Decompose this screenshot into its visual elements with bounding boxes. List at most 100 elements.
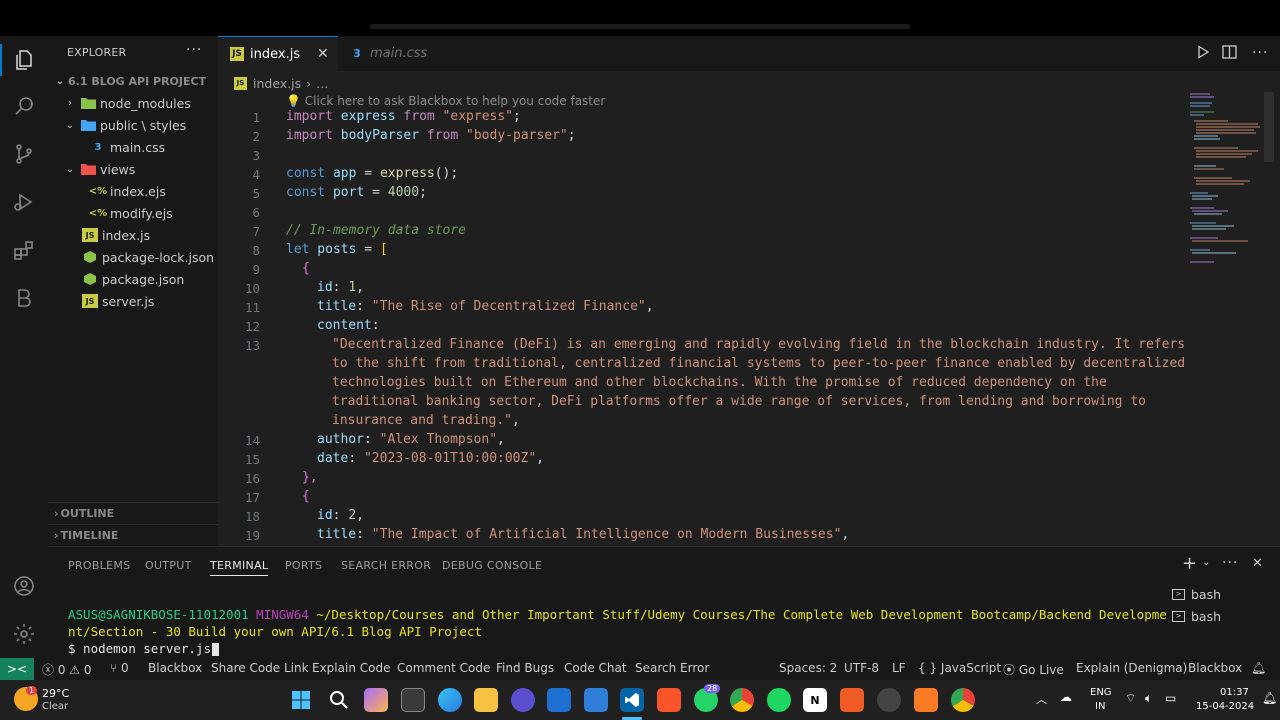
extensions-icon[interactable] bbox=[8, 234, 40, 266]
run-debug-icon[interactable] bbox=[8, 186, 40, 218]
settings-gear-icon[interactable] bbox=[8, 618, 40, 650]
file-explorer-icon[interactable] bbox=[474, 688, 498, 712]
notion-icon[interactable]: N bbox=[803, 688, 827, 712]
taskbar-search-icon[interactable] bbox=[327, 688, 351, 712]
minimap[interactable] bbox=[1188, 92, 1268, 272]
tree-item-modify-ejs[interactable]: <% modify.ejs bbox=[48, 202, 218, 224]
tab-main-css[interactable]: 3 main.css bbox=[338, 36, 448, 71]
more-actions-icon[interactable]: ··· bbox=[1252, 45, 1268, 61]
notification-center-icon[interactable]: 🔔︎ bbox=[1262, 691, 1277, 705]
chevron-down-icon[interactable]: ⌄ bbox=[1202, 557, 1210, 568]
mail-icon[interactable] bbox=[547, 688, 571, 712]
status-encoding[interactable]: UTF-8 bbox=[844, 661, 879, 675]
onedrive-cloud-icon[interactable]: ☁ bbox=[1060, 690, 1072, 704]
source-control-icon[interactable] bbox=[8, 138, 40, 170]
problems-indicator[interactable]: ⓧ 0 ⚠ 0 bbox=[42, 661, 92, 678]
wifi-icon[interactable]: ⌔ bbox=[1125, 691, 1136, 706]
project-root-folder[interactable]: ⌄ 6.1 BLOG API PROJECT bbox=[48, 70, 218, 92]
status-eol[interactable]: LF bbox=[892, 661, 906, 675]
tab-output[interactable]: OUTPUT bbox=[145, 559, 192, 572]
terminal-instance-bash[interactable]: > bash bbox=[1168, 583, 1280, 605]
js-file-icon: JS bbox=[230, 47, 244, 61]
terminal-command-line[interactable]: $ nodemon server.js bbox=[68, 641, 219, 656]
tree-item-index-ejs[interactable]: <% index.ejs bbox=[48, 180, 218, 202]
tree-item-public-styles[interactable]: ⌄ public \ styles bbox=[48, 114, 218, 136]
split-editor-icon[interactable] bbox=[1222, 45, 1237, 63]
explorer-icon[interactable] bbox=[0, 44, 40, 76]
search-icon[interactable] bbox=[8, 90, 40, 122]
microsoft-store-icon[interactable] bbox=[584, 688, 608, 712]
close-panel-icon[interactable]: ✕ bbox=[1252, 556, 1263, 571]
brave-browser-icon[interactable] bbox=[657, 688, 681, 712]
close-tab-icon[interactable]: ✕ bbox=[317, 46, 329, 62]
new-terminal-plus-icon[interactable]: + bbox=[1182, 553, 1197, 574]
blackbox-hint[interactable]: 💡 Click here to ask Blackbox to help you… bbox=[286, 94, 605, 108]
breadcrumb-rest[interactable]: ... bbox=[316, 76, 328, 91]
clock-date[interactable]: 15-04-2024 bbox=[1196, 701, 1254, 712]
line-number: 1 bbox=[252, 110, 260, 125]
status-comment-code[interactable]: Comment Code bbox=[397, 661, 490, 675]
status-blackbox[interactable]: Blackbox bbox=[148, 661, 202, 675]
status-code-chat[interactable]: Code Chat bbox=[564, 661, 627, 675]
tree-item-server-js[interactable]: JS server.js bbox=[48, 290, 218, 312]
run-file-icon[interactable] bbox=[1196, 45, 1210, 63]
status-search-error[interactable]: Search Error bbox=[635, 661, 709, 675]
task-view-icon[interactable] bbox=[401, 688, 425, 712]
discord-like-app-icon[interactable] bbox=[511, 688, 535, 712]
status-explain-denigma[interactable]: Explain (Denigma) bbox=[1076, 661, 1187, 675]
copilot-icon[interactable] bbox=[364, 688, 388, 712]
tab-search-error[interactable]: SEARCH ERROR bbox=[341, 559, 431, 572]
outline-section[interactable]: › OUTLINE bbox=[48, 502, 218, 524]
line-number: 13 bbox=[244, 338, 260, 353]
blackbox-icon[interactable] bbox=[8, 282, 40, 314]
postman-icon[interactable] bbox=[840, 688, 864, 712]
line-number: 17 bbox=[244, 490, 260, 505]
line-number: 12 bbox=[244, 319, 260, 334]
tree-item-package-json[interactable]: package.json bbox=[48, 268, 218, 290]
tab-label: index.js bbox=[250, 46, 301, 62]
editor-scrollbar[interactable] bbox=[1264, 92, 1274, 162]
chrome-profile-icon[interactable] bbox=[951, 688, 975, 712]
weather-badge: 1 bbox=[26, 686, 38, 695]
github-icon[interactable] bbox=[877, 688, 901, 712]
chrome-icon[interactable] bbox=[730, 688, 754, 712]
ports-indicator[interactable]: ⑂ 0 bbox=[110, 661, 129, 675]
tab-problems[interactable]: PROBLEMS bbox=[68, 559, 130, 572]
status-find-bugs[interactable]: Find Bugs bbox=[496, 661, 554, 675]
more-actions-icon[interactable]: ··· bbox=[186, 42, 202, 58]
status-share-code-link[interactable]: Share Code Link bbox=[211, 661, 309, 675]
more-actions-icon[interactable]: ··· bbox=[1222, 555, 1238, 571]
tab-debug-console[interactable]: DEBUG CONSOLE bbox=[442, 559, 542, 572]
language-indicator[interactable]: ENG bbox=[1090, 687, 1112, 698]
status-indentation[interactable]: Spaces: 2 bbox=[779, 661, 837, 675]
timeline-section[interactable]: › TIMELINE bbox=[48, 524, 218, 546]
tree-item-main-css[interactable]: 3 main.css bbox=[48, 136, 218, 158]
breadcrumb-file[interactable]: index.js bbox=[253, 76, 301, 91]
tab-index-js[interactable]: JS index.js ✕ bbox=[218, 36, 338, 71]
status-language[interactable]: { } JavaScript bbox=[918, 661, 1001, 675]
volume-icon[interactable]: 🔈︎ bbox=[1145, 691, 1152, 706]
tab-terminal[interactable]: TERMINAL bbox=[210, 559, 269, 576]
notifications-bell-icon[interactable]: 🔔︎ bbox=[1251, 661, 1266, 675]
terminal-instance-bash[interactable]: > bash bbox=[1168, 605, 1280, 627]
tree-item-views[interactable]: ⌄ views bbox=[48, 158, 218, 180]
status-explain-code[interactable]: Explain Code bbox=[312, 661, 390, 675]
vscode-icon[interactable] bbox=[620, 688, 644, 712]
remote-indicator-icon[interactable]: >< bbox=[0, 658, 34, 680]
battery-icon[interactable]: ▭ bbox=[1165, 691, 1176, 705]
edge-browser-icon[interactable] bbox=[438, 688, 462, 712]
clock-time[interactable]: 01:37 bbox=[1220, 687, 1249, 698]
breadcrumb: JS index.js › ... bbox=[234, 74, 328, 92]
xampp-icon[interactable] bbox=[914, 688, 938, 712]
tree-item-package-lock-json[interactable]: package-lock.json bbox=[48, 246, 218, 268]
windows-start-icon[interactable] bbox=[289, 688, 313, 712]
account-icon[interactable] bbox=[8, 570, 40, 602]
spotify-icon[interactable] bbox=[767, 688, 791, 712]
code-line-9: { bbox=[302, 261, 310, 276]
tray-chevron-up-icon[interactable]: ︿ bbox=[1036, 691, 1047, 707]
tab-ports[interactable]: PORTS bbox=[285, 559, 322, 572]
status-blackbox-right[interactable]: Blackbox bbox=[1188, 661, 1242, 675]
tree-item-index-js[interactable]: JS index.js bbox=[48, 224, 218, 246]
status-go-live[interactable]: ⦿ Go Live bbox=[1003, 661, 1064, 678]
tree-item-node-modules[interactable]: › node_modules bbox=[48, 92, 218, 114]
